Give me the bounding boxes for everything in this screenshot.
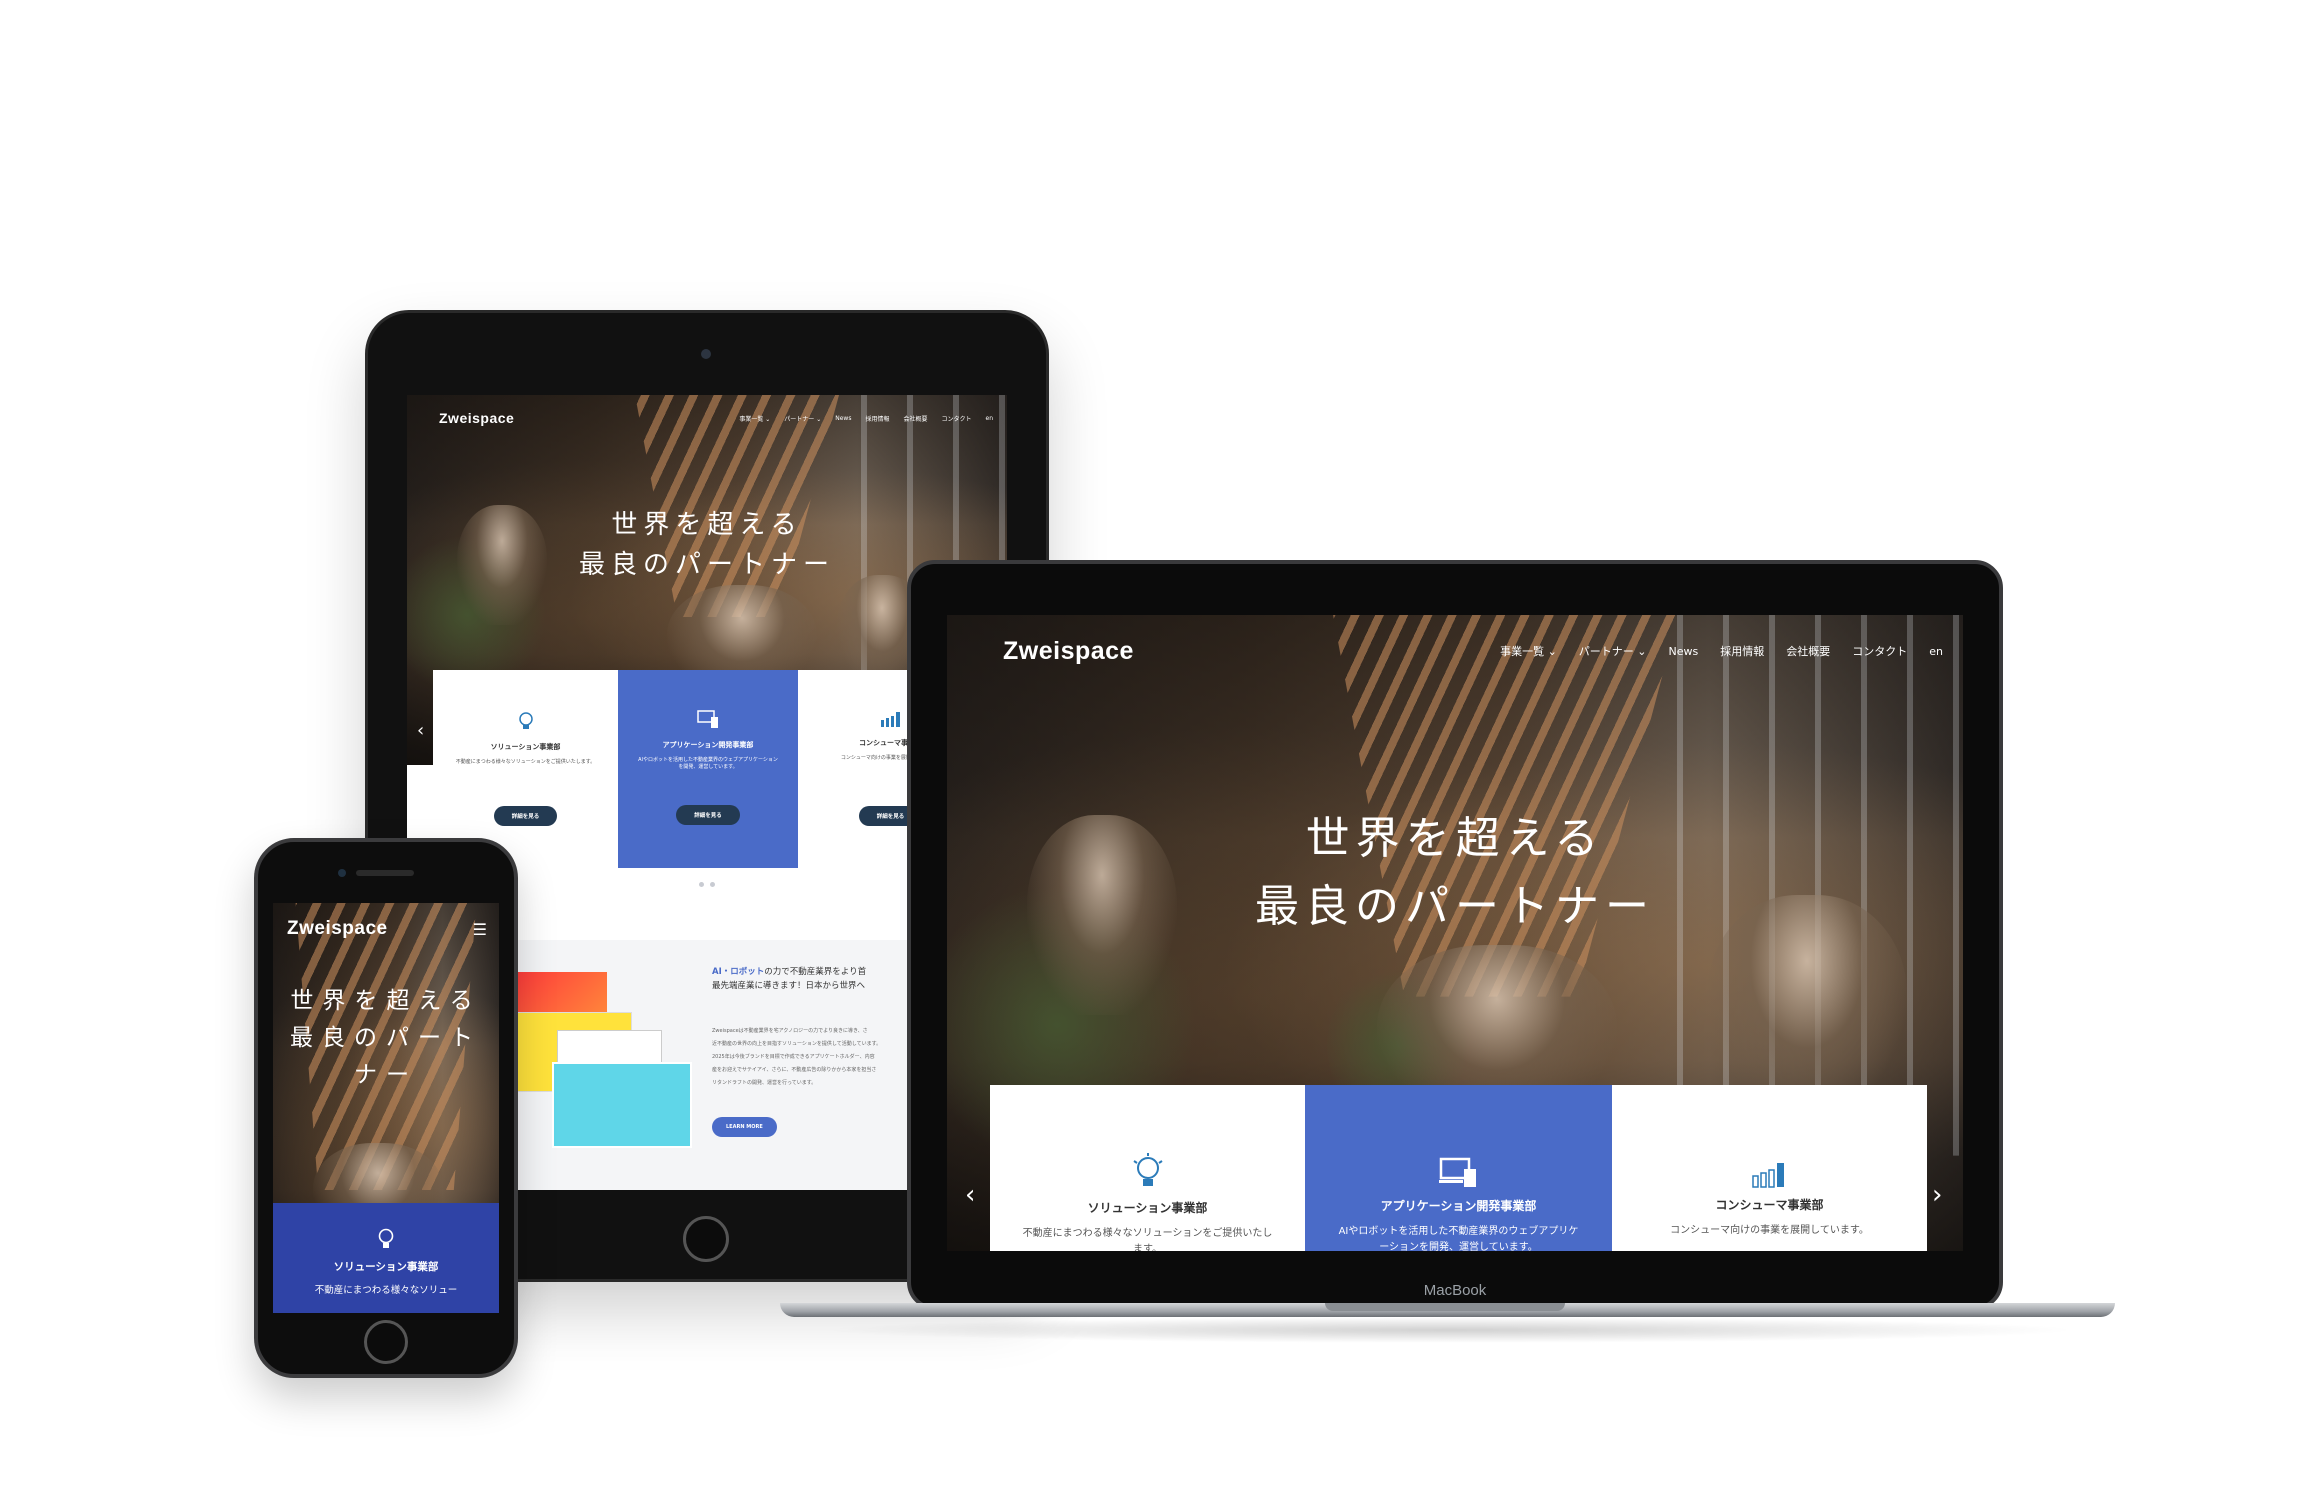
nav-item-news[interactable]: News	[1669, 645, 1699, 658]
macbook-label: MacBook	[1423, 1282, 1487, 1299]
details-button[interactable]: 詳細を見る	[676, 805, 740, 825]
nav-item-services[interactable]: 事業一覧 ⌄	[1500, 643, 1557, 659]
nav-item-contact[interactable]: コンタクト	[941, 414, 971, 423]
card-consumer[interactable]: コンシューマ事業部 コンシューマ向けの事業を展開しています。	[1612, 1085, 1927, 1251]
nav-item-news[interactable]: News	[835, 415, 851, 422]
service-cards: ソリューション事業部 不動産にまつわる様々なソリューションをご提供いたします。 …	[990, 1085, 1927, 1251]
macbook-screen: Zweispace 事業一覧 ⌄ パートナー ⌄ News 採用情報 会社概要 …	[947, 615, 1963, 1251]
nav-item-en[interactable]: en	[1929, 645, 1943, 658]
details-button[interactable]: 詳細を見る	[493, 806, 558, 826]
macbook-notch	[1325, 1303, 1565, 1311]
hamburger-menu-icon[interactable]: ☰	[473, 920, 487, 939]
app-screenshot-cyan	[552, 1062, 692, 1148]
ipad-home-button[interactable]	[683, 1216, 729, 1262]
learn-more-button[interactable]: LEARN MORE	[712, 1117, 777, 1137]
carousel-dots[interactable]	[699, 882, 715, 887]
devices-icon	[697, 710, 718, 728]
nav-item-contact[interactable]: コンタクト	[1852, 643, 1907, 659]
logo[interactable]: Zweispace	[287, 918, 388, 940]
nav-item-company[interactable]: 会社概要	[1786, 643, 1830, 659]
iphone-navbar: Zweispace ☰	[287, 917, 487, 941]
nav-item-partners[interactable]: パートナー ⌄	[784, 414, 821, 423]
nav-item-en[interactable]: en	[986, 415, 994, 422]
nav-item-partners[interactable]: パートナー ⌄	[1579, 643, 1647, 659]
carousel-prev-arrow[interactable]: ‹	[417, 720, 424, 741]
iphone-home-button[interactable]	[364, 1320, 408, 1364]
iphone-speaker	[356, 870, 414, 876]
card-solution[interactable]: ソリューション事業部 不動産にまつわる様々なソリュー	[273, 1203, 499, 1313]
macbook-shadow	[820, 1317, 2080, 1343]
nav-item-services[interactable]: 事業一覧 ⌄	[739, 414, 770, 423]
carousel-prev-arrow[interactable]: ‹	[965, 1180, 975, 1210]
card-app-dev[interactable]: アプリケーション開発事業部 AIやロボットを活用した不動産業界のウェブアプリケー…	[1305, 1085, 1612, 1251]
hero-heading: 世界を超える 最良のパート ナー	[290, 988, 482, 1088]
ipad-camera	[701, 349, 711, 359]
lightbulb-icon	[378, 1228, 394, 1248]
hero-heading: 世界を超える 最良のパートナー	[578, 510, 835, 581]
nav-menu: 事業一覧 ⌄ パートナー ⌄ News 採用情報 会社概要 コンタクト en	[739, 414, 999, 423]
lightbulb-icon	[518, 712, 533, 729]
iphone-camera	[338, 869, 346, 877]
service-cards: ソリューション事業部 不動産にまつわる様々なソリューションをご提供いたします。 …	[433, 670, 983, 868]
logo[interactable]: Zweispace	[439, 410, 514, 426]
bar-chart-icon	[880, 712, 900, 727]
hero-heading: 世界を超える 最良のパートナー	[1255, 813, 1655, 933]
macbook-navbar: Zweispace 事業一覧 ⌄ パートナー ⌄ News 採用情報 会社概要 …	[1003, 637, 1943, 666]
card-solution[interactable]: ソリューション事業部 不動産にまつわる様々なソリューションをご提供いたします。	[990, 1085, 1305, 1251]
lightbulb-icon	[1132, 1153, 1163, 1186]
device-mockup-stage: Zweispace 事業一覧 ⌄ パートナー ⌄ News 採用情報 会社概要 …	[0, 0, 2300, 1500]
nav-menu: 事業一覧 ⌄ パートナー ⌄ News 採用情報 会社概要 コンタクト en	[1500, 643, 1943, 659]
logo[interactable]: Zweispace	[1003, 637, 1134, 666]
bar-chart-icon	[1751, 1163, 1784, 1188]
nav-item-recruit[interactable]: 採用情報	[865, 414, 889, 423]
card-app-dev[interactable]: アプリケーション開発事業部 AIやロボットを活用した不動産業界のウェブアプリケー…	[618, 670, 798, 868]
carousel-next-arrow[interactable]: ›	[1932, 1180, 1942, 1210]
nav-item-company[interactable]: 会社概要	[903, 414, 927, 423]
nav-item-recruit[interactable]: 採用情報	[1720, 643, 1764, 659]
ipad-navbar: Zweispace 事業一覧 ⌄ パートナー ⌄ News 採用情報 会社概要 …	[439, 409, 999, 427]
iphone-screen: Zweispace ☰ 世界を超える 最良のパート ナー ソリューション事業部 …	[273, 903, 499, 1313]
devices-icon	[1438, 1157, 1476, 1187]
